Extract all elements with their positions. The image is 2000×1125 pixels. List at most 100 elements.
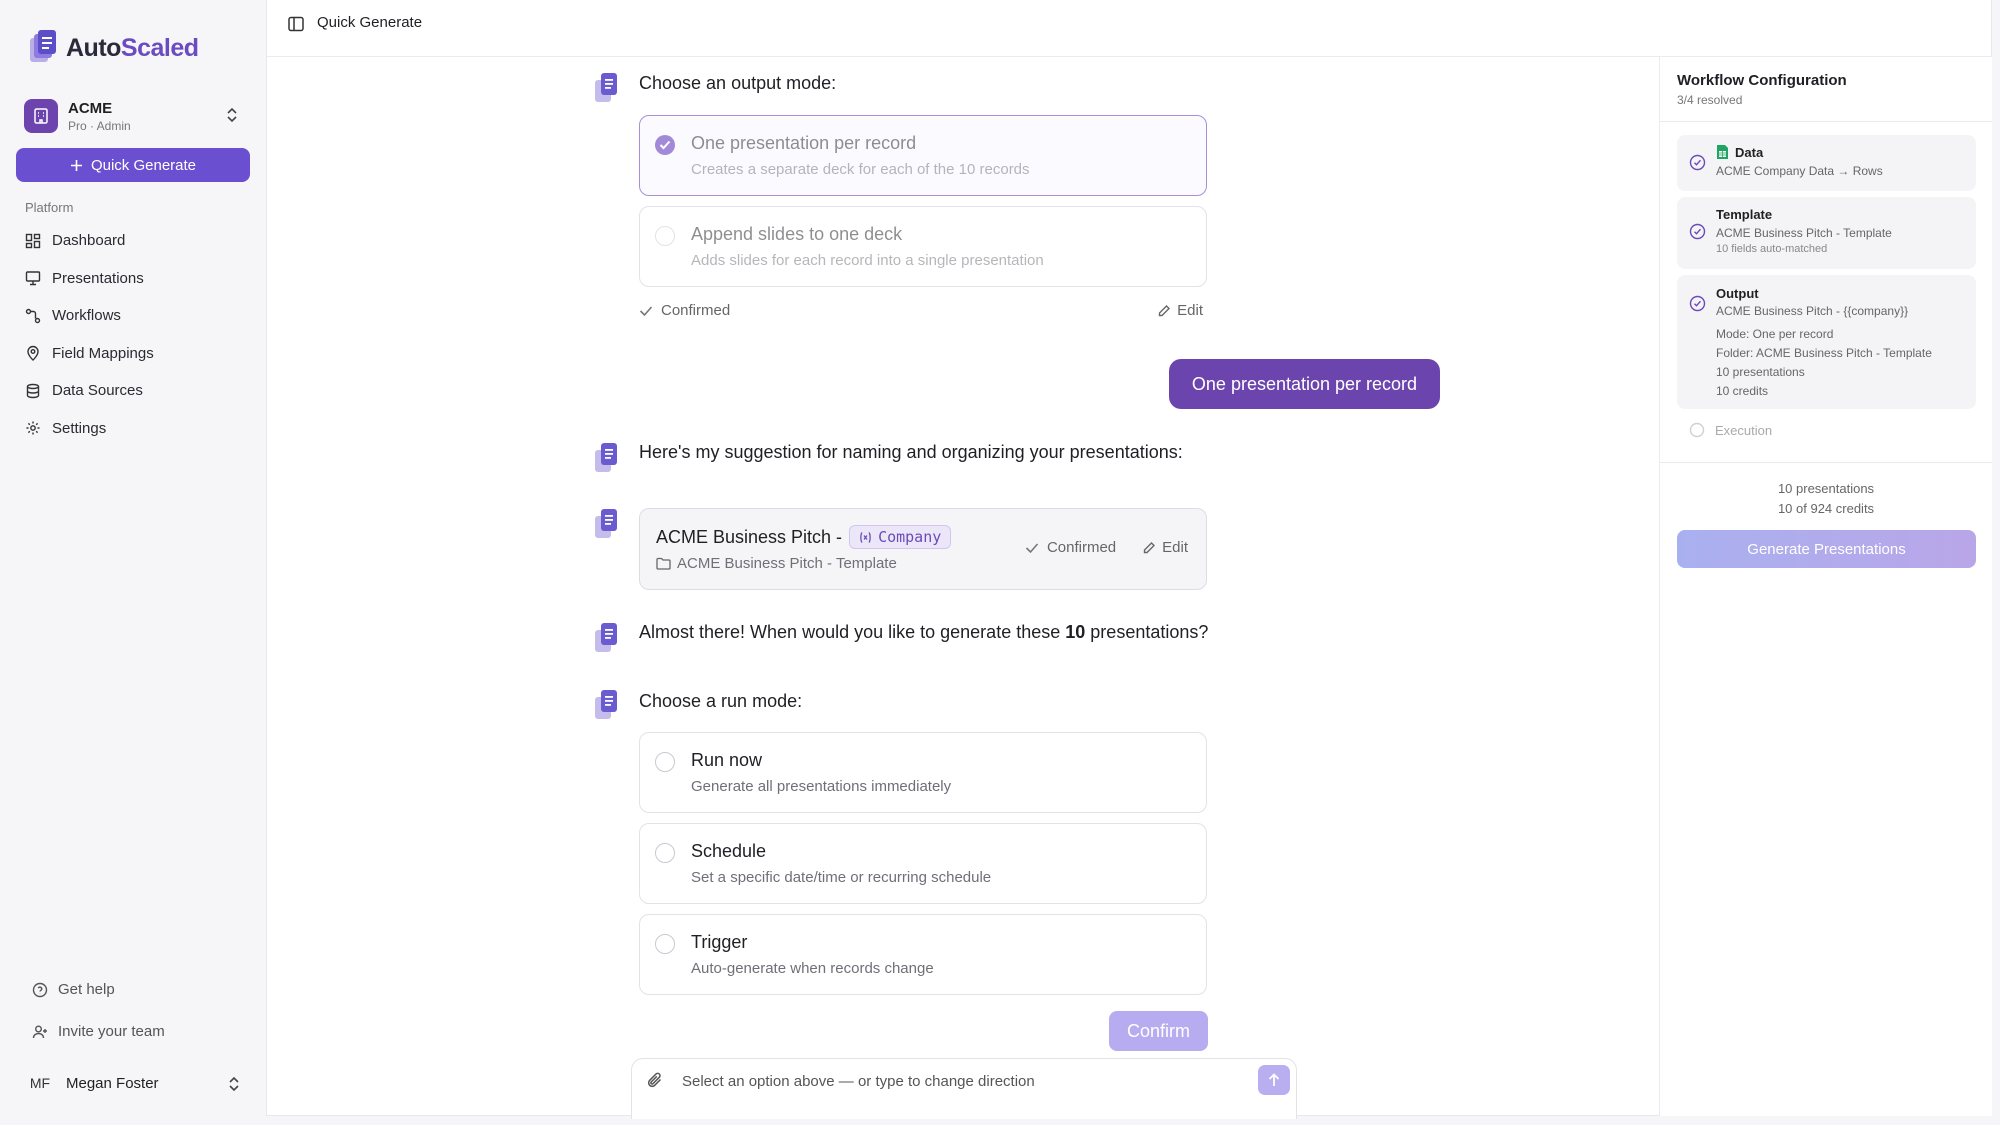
- output-confirm-row: Confirmed Edit: [639, 302, 1207, 324]
- confirm-button[interactable]: Confirm: [1109, 1011, 1208, 1051]
- pencil-icon: [1157, 304, 1171, 318]
- send-button[interactable]: [1258, 1065, 1290, 1095]
- main-panel: Quick Generate Choose an output mode: On…: [266, 0, 1992, 1119]
- quick-generate-label: Quick Generate: [90, 156, 197, 174]
- sidebar-toggle-icon[interactable]: [287, 15, 305, 33]
- pending-circle-icon: [1689, 422, 1705, 438]
- schedule-prompt-text-end: presentations?: [1090, 622, 1209, 642]
- assistant-icon: [595, 623, 617, 652]
- paperclip-icon[interactable]: [646, 1071, 664, 1089]
- sidebar-item-data-sources[interactable]: Data Sources: [16, 372, 250, 410]
- output-option-append[interactable]: Append slides to one deck Adds slides fo…: [639, 206, 1207, 287]
- schedule-count: 10: [1065, 622, 1086, 642]
- divider: [1660, 121, 1992, 122]
- avatar: MF: [29, 1075, 51, 1091]
- sidebar-item-label: Field Mappings: [52, 344, 154, 362]
- option-desc: Adds slides for each record into a singl…: [691, 252, 1044, 269]
- step-label: Data: [1735, 144, 1764, 160]
- user-plus-icon: [32, 1024, 48, 1040]
- page-title: Quick Generate: [317, 14, 423, 31]
- sidebar-item-label: Presentations: [52, 269, 144, 287]
- step-detail: 10 presentations: [1716, 365, 1805, 379]
- check-icon: [1025, 542, 1039, 554]
- user-reply-bubble: One presentation per record: [1169, 359, 1440, 409]
- logo-icon: [30, 30, 56, 62]
- option-title: Trigger: [691, 932, 748, 952]
- credits-count: 10 of 924 credits: [1777, 501, 1875, 516]
- folder-icon: [656, 557, 671, 570]
- step-detail: ACME Company Data → Rows: [1716, 164, 1883, 178]
- building-icon: [24, 99, 58, 133]
- sidebar-nav: Dashboard Presentations Workflows Field …: [16, 222, 250, 447]
- chevron-updown-icon: [228, 1075, 240, 1093]
- logo-text: AutoScaled: [66, 33, 199, 62]
- option-desc: Generate all presentations immediately: [691, 778, 952, 795]
- option-title: One presentation per record: [691, 133, 917, 153]
- radio-icon: [655, 226, 675, 246]
- step-template[interactable]: Template ACME Business Pitch - Template …: [1677, 197, 1976, 269]
- radio-icon: [655, 843, 675, 863]
- org-switcher[interactable]: ACME Pro · Admin: [16, 96, 248, 136]
- arrow-up-icon: [1268, 1073, 1280, 1087]
- folder-name: ACME Business Pitch - Template: [677, 555, 897, 572]
- naming-edit-button[interactable]: Edit: [1142, 539, 1188, 556]
- option-desc: Creates a separate deck for each of the …: [691, 161, 1030, 178]
- top-bar: Quick Generate: [267, 0, 1991, 57]
- step-output[interactable]: Output ACME Business Pitch - {{company}}…: [1677, 275, 1976, 409]
- assistant-icon: [595, 443, 617, 472]
- step-detail: ACME Business Pitch - {{company}}: [1716, 304, 1909, 318]
- run-mode-prompt: Choose a run mode:: [639, 691, 803, 711]
- edit-label: Edit: [1177, 302, 1203, 319]
- sidebar-item-settings[interactable]: Settings: [16, 410, 250, 448]
- generate-presentations-button[interactable]: Generate Presentations: [1677, 530, 1976, 568]
- naming-actions: Confirmed Edit: [1025, 539, 1188, 556]
- step-execution: Execution: [1689, 422, 1772, 438]
- divider: [1660, 462, 1992, 463]
- radio-icon: [655, 752, 675, 772]
- dashboard-icon: [25, 233, 41, 249]
- sidebar-item-field-mappings[interactable]: Field Mappings: [16, 335, 250, 373]
- check-circle-icon: [1689, 223, 1706, 240]
- sidebar: AutoScaled ACME Pro · Admin Quick Genera…: [0, 0, 266, 1125]
- sidebar-item-label: Workflows: [52, 307, 121, 325]
- step-detail: 10 fields auto-matched: [1716, 243, 1828, 255]
- user-name: Megan Foster: [66, 1074, 159, 1092]
- chevron-updown-icon: [226, 106, 238, 124]
- assistant-icon: [595, 73, 617, 102]
- sidebar-item-dashboard[interactable]: Dashboard: [16, 222, 250, 260]
- folder-line: ACME Business Pitch - Template: [656, 555, 897, 572]
- run-option-now[interactable]: Run now Generate all presentations immed…: [639, 732, 1207, 813]
- output-mode-prompt: Choose an output mode:: [639, 73, 837, 93]
- sidebar-item-presentations[interactable]: Presentations: [16, 260, 250, 298]
- confirmed-label: Confirmed: [1046, 539, 1117, 556]
- run-option-trigger[interactable]: Trigger Auto-generate when records chang…: [639, 914, 1207, 995]
- presentation-icon: [25, 270, 41, 286]
- invite-team-link[interactable]: Invite your team: [32, 1023, 165, 1040]
- chat-input[interactable]: [682, 1067, 1222, 1095]
- option-title: Append slides to one deck: [691, 224, 903, 244]
- option-desc: Set a specific date/time or recurring sc…: [691, 869, 992, 886]
- step-head: Data: [1716, 144, 1763, 160]
- get-help-link[interactable]: Get help: [32, 981, 115, 998]
- run-option-schedule[interactable]: Schedule Set a specific date/time or rec…: [639, 823, 1207, 904]
- logo[interactable]: AutoScaled: [28, 30, 199, 66]
- step-data[interactable]: Data ACME Company Data → Rows: [1677, 135, 1976, 191]
- assistant-icon: [595, 690, 617, 719]
- output-option-per-record[interactable]: One presentation per record Creates a se…: [639, 115, 1207, 196]
- quick-generate-button[interactable]: Quick Generate: [16, 148, 250, 182]
- naming-pattern: ACME Business Pitch - Company: [656, 525, 952, 549]
- confirmed-status: Confirmed: [639, 302, 730, 319]
- step-detail: ACME Business Pitch - Template: [1716, 226, 1892, 240]
- sidebar-item-label: Settings: [52, 419, 107, 437]
- chat-input-bar: [631, 1058, 1297, 1119]
- option-title: Schedule: [691, 841, 767, 861]
- nav-section-label: Platform: [25, 200, 74, 215]
- schedule-prompt: Almost there! When would you like to gen…: [639, 622, 1208, 643]
- user-menu[interactable]: MF Megan Foster: [16, 1066, 250, 1100]
- database-icon: [25, 383, 41, 399]
- sidebar-item-workflows[interactable]: Workflows: [16, 297, 250, 335]
- gear-icon: [25, 420, 41, 436]
- variable-chip: Company: [849, 525, 952, 549]
- edit-button[interactable]: Edit: [1157, 302, 1203, 319]
- check-circle-icon: [1689, 154, 1706, 171]
